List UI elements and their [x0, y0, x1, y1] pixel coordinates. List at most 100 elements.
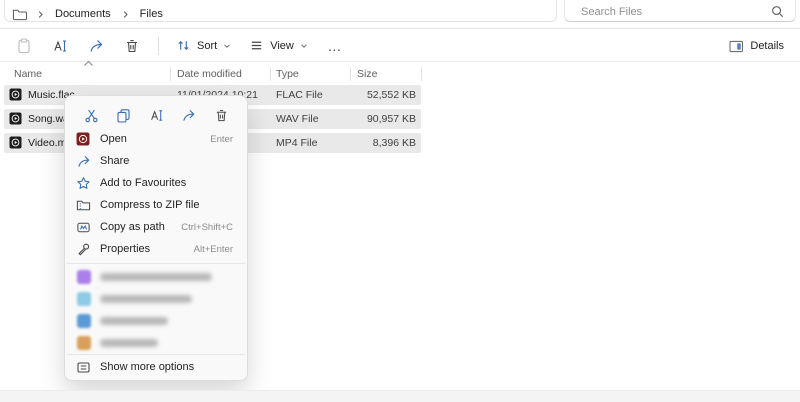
redacted-menu-item[interactable] [69, 333, 243, 353]
redacted-menu-item[interactable] [69, 311, 243, 331]
column-divider[interactable] [170, 67, 171, 81]
redacted-app-icon [77, 270, 91, 284]
copy-icon [116, 108, 131, 123]
breadcrumb: Documents Files [12, 6, 164, 22]
cut-button[interactable] [78, 103, 104, 127]
column-header-type[interactable]: Type [276, 68, 299, 80]
column-headers: Name Date modified Type Size [0, 64, 430, 84]
redacted-label [100, 273, 212, 281]
sort-button[interactable]: Sort [169, 33, 238, 59]
menu-item-label: Copy as path [100, 221, 165, 233]
menu-item-label: Share [100, 155, 129, 167]
bottom-strip [0, 390, 800, 402]
redacted-app-icon [77, 314, 91, 328]
quick-actions-row [65, 101, 247, 129]
file-type: FLAC File [276, 89, 323, 101]
chevron-down-icon [300, 42, 308, 50]
sort-ascending-caret-icon [83, 60, 94, 67]
redacted-menu-item[interactable] [69, 267, 243, 287]
context-menu-item-share[interactable]: Share [69, 151, 243, 173]
details-pane-icon [729, 40, 744, 53]
see-more-button[interactable]: … [319, 33, 351, 59]
file-size: 8,396 KB [350, 137, 416, 149]
redacted-app-icon [77, 292, 91, 306]
menu-item-label: Compress to ZIP file [100, 199, 199, 211]
chevron-right-icon [121, 10, 130, 19]
search-input[interactable]: Search Files [564, 0, 796, 22]
file-type: WAV File [276, 113, 319, 125]
star-icon [76, 176, 91, 191]
sort-label: Sort [197, 40, 217, 52]
share-button[interactable] [176, 103, 202, 127]
menu-item-label: Open [100, 133, 127, 145]
breadcrumb-item-documents[interactable]: Documents [54, 8, 112, 20]
view-button[interactable]: View [242, 33, 315, 59]
column-header-size[interactable]: Size [357, 68, 377, 80]
column-divider[interactable] [350, 67, 351, 81]
file-size: 90,957 KB [350, 113, 416, 125]
command-toolbar: Sort View … [0, 30, 800, 62]
toolbar-divider [158, 37, 159, 55]
context-menu-item-properties[interactable]: Properties Alt+Enter [69, 239, 243, 261]
zip-folder-icon [76, 198, 91, 213]
paste-button[interactable] [8, 33, 40, 59]
chevron-down-icon [223, 42, 231, 50]
column-header-date-modified[interactable]: Date modified [177, 68, 242, 80]
delete-button[interactable] [208, 103, 234, 127]
search-placeholder: Search Files [581, 6, 642, 18]
column-divider[interactable] [270, 67, 271, 81]
share-icon [76, 154, 91, 169]
copy-button[interactable] [111, 103, 137, 127]
context-menu-item-open[interactable]: Open Enter [69, 129, 243, 151]
view-label: View [270, 40, 294, 52]
media-player-icon [76, 132, 90, 146]
menu-item-label: Add to Favourites [100, 177, 186, 189]
file-size: 52,552 KB [350, 89, 416, 101]
sort-icon [176, 38, 191, 53]
redacted-app-icon [77, 336, 91, 350]
rename-button[interactable] [44, 33, 76, 59]
rename-icon [149, 108, 164, 123]
menu-item-shortcut: Enter [210, 134, 233, 145]
properties-wrench-icon [76, 242, 91, 257]
context-menu: Open Enter Share Add to Favourites Compr… [64, 95, 248, 381]
search-icon [771, 5, 784, 18]
copy-path-icon [76, 220, 91, 235]
file-type: MP4 File [276, 137, 317, 149]
menu-item-shortcut: Alt+Enter [194, 244, 233, 255]
ellipsis-icon: … [327, 41, 342, 51]
menu-divider [67, 354, 245, 355]
rename-button[interactable] [143, 103, 169, 127]
redacted-label [100, 295, 192, 303]
breadcrumb-item-files[interactable]: Files [139, 8, 164, 20]
show-more-options-icon [76, 360, 91, 375]
context-menu-item-copy-as-path[interactable]: Copy as path Ctrl+Shift+C [69, 217, 243, 239]
paste-icon [16, 38, 32, 54]
trash-icon [124, 38, 140, 54]
context-menu-item-compress-zip[interactable]: Compress to ZIP file [69, 195, 243, 217]
media-file-icon [9, 112, 22, 125]
rename-icon [52, 38, 68, 54]
share-icon [181, 108, 196, 123]
menu-divider [67, 263, 245, 264]
media-file-icon [9, 88, 22, 101]
details-pane-button[interactable]: Details [721, 33, 792, 59]
context-menu-item-add-to-favourites[interactable]: Add to Favourites [69, 173, 243, 195]
trash-icon [214, 108, 229, 123]
share-icon [88, 38, 104, 54]
navigation-bar: Documents Files Search Files [0, 0, 800, 29]
share-button[interactable] [80, 33, 112, 59]
menu-item-label: Properties [100, 243, 150, 255]
chevron-right-icon [36, 10, 45, 19]
redacted-label [100, 317, 168, 325]
delete-button[interactable] [116, 33, 148, 59]
redacted-menu-item[interactable] [69, 289, 243, 309]
menu-item-label: Show more options [100, 361, 194, 373]
view-list-icon [249, 38, 264, 53]
folder-icon [12, 7, 27, 21]
column-header-name[interactable]: Name [14, 68, 42, 80]
context-menu-item-show-more-options[interactable]: Show more options [69, 357, 243, 379]
column-divider[interactable] [421, 67, 422, 81]
media-file-icon [9, 136, 22, 149]
menu-item-shortcut: Ctrl+Shift+C [181, 222, 233, 233]
